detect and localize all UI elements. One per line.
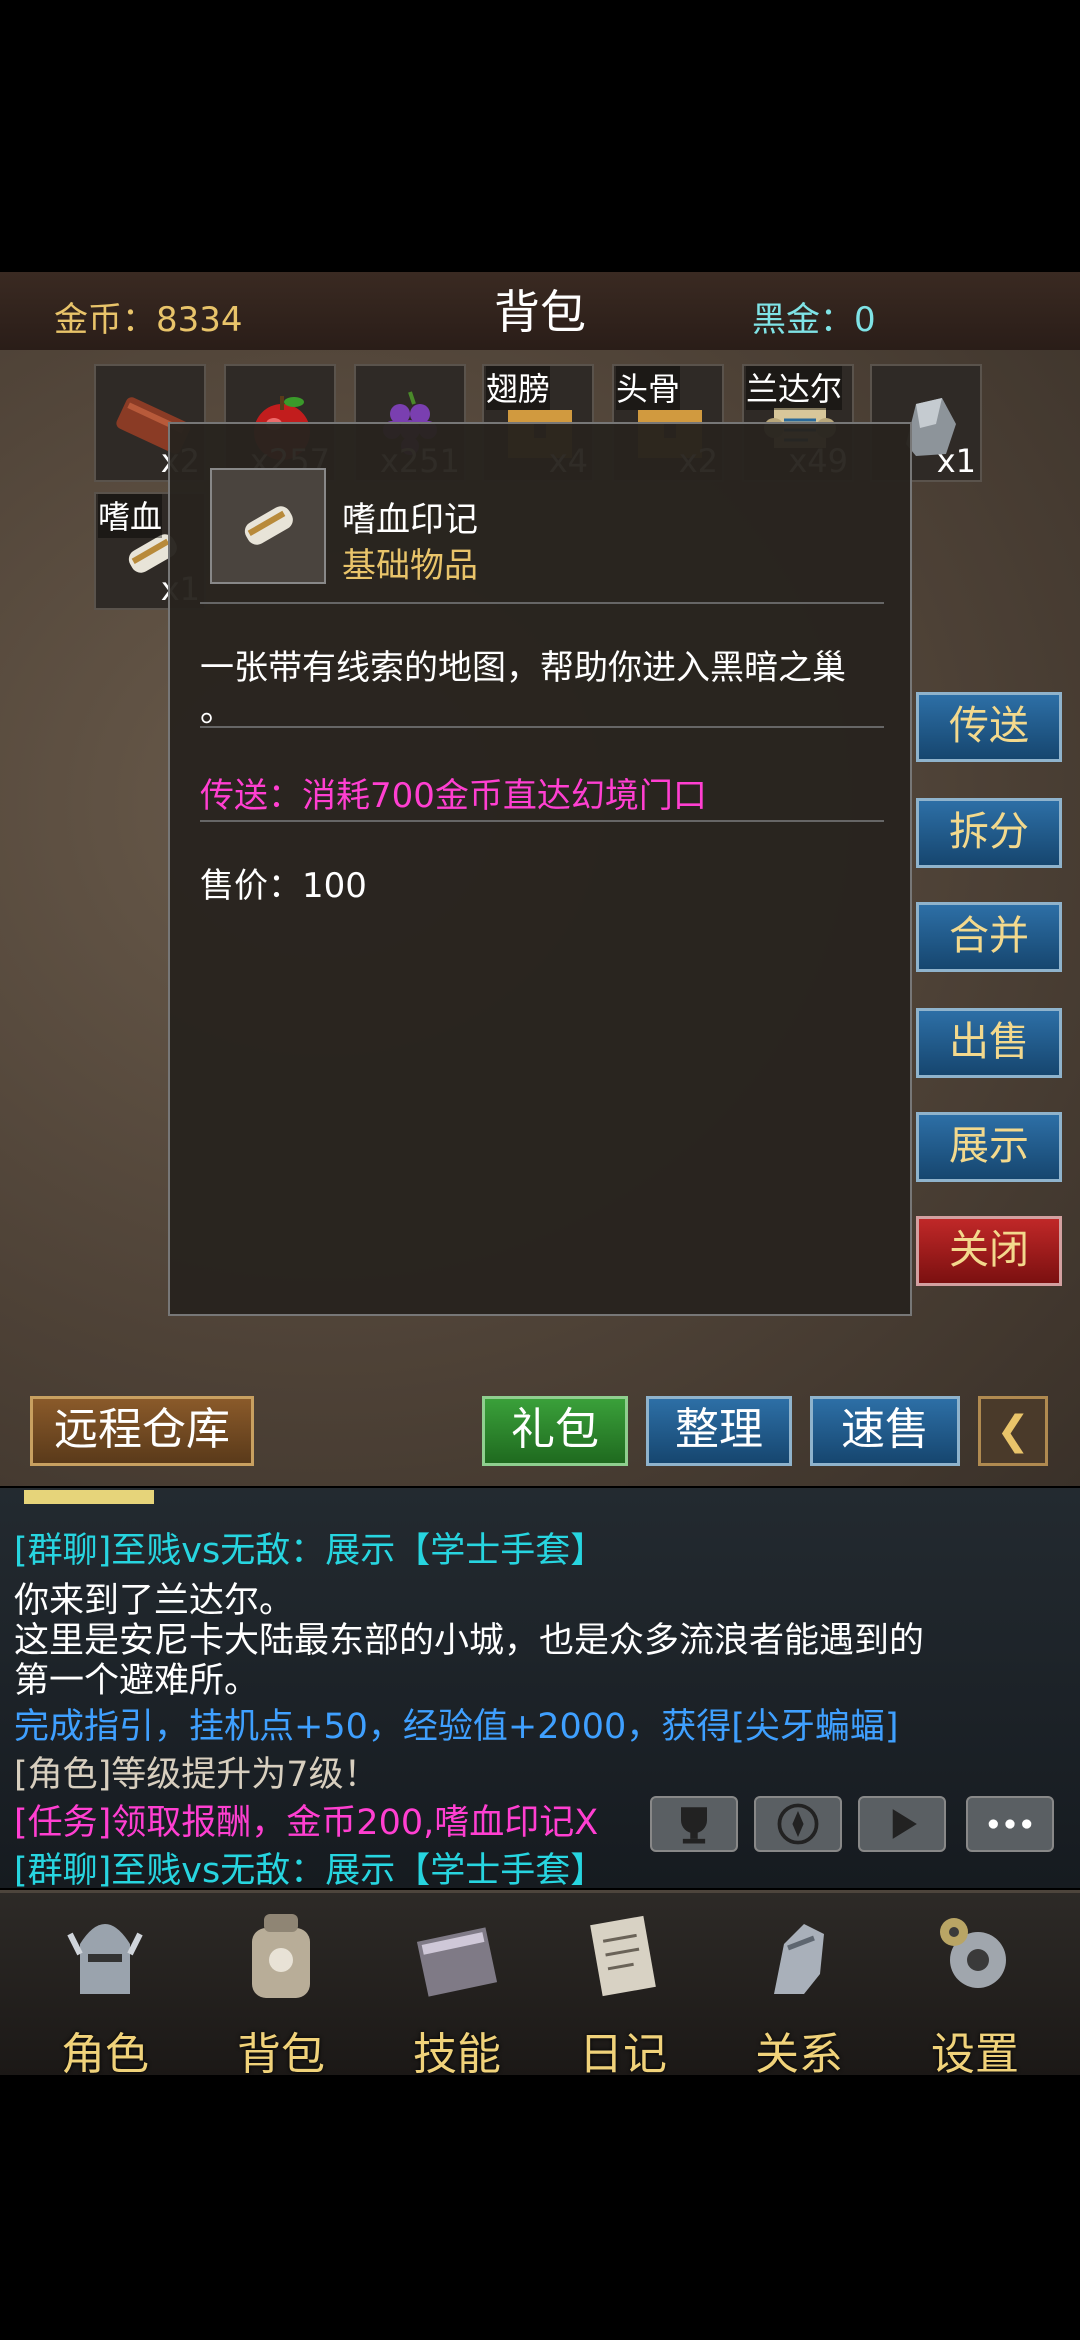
chat-line: [角色]等级提升为7级！ bbox=[14, 1755, 379, 1795]
item-description-cont: 。 bbox=[200, 690, 234, 730]
close-button[interactable]: 关闭 bbox=[916, 1216, 1062, 1286]
show-button[interactable]: 展示 bbox=[916, 1112, 1062, 1182]
nav-item-bag[interactable]: 背包 bbox=[206, 1904, 356, 2080]
slot-name: 兰达尔 bbox=[746, 366, 843, 410]
quick-sell-button[interactable]: 速售 bbox=[810, 1396, 960, 1466]
nav-label: 设置 bbox=[931, 2029, 1019, 2080]
backpack-icon bbox=[252, 1914, 310, 1998]
item-type: 基础物品 bbox=[342, 546, 478, 586]
blackgold-counter: 黑金：0 bbox=[752, 300, 876, 340]
play-icon[interactable] bbox=[858, 1796, 946, 1852]
chat-line: [任务]领取报酬，金币200,嗜血印记X bbox=[14, 1803, 599, 1843]
divider bbox=[200, 602, 884, 604]
trophy-icon[interactable] bbox=[650, 1796, 738, 1852]
nav-item-relations[interactable]: 关系 bbox=[724, 1904, 874, 2080]
chat-line: [群聊]至贱vs无敌：展示【学士手套】 bbox=[14, 1851, 606, 1891]
nav-label: 关系 bbox=[755, 2029, 843, 2080]
spellbook-icon bbox=[416, 1927, 498, 1997]
scroll-icon bbox=[590, 1915, 656, 1997]
nav-item-journal[interactable]: 日记 bbox=[548, 1904, 698, 2080]
item-price: 售价：100 bbox=[200, 866, 367, 906]
nav-item-settings[interactable]: 设置 bbox=[900, 1904, 1050, 2080]
gear-icon bbox=[940, 1918, 1006, 1988]
nav-label: 背包 bbox=[237, 2029, 325, 2080]
slot-name: 头骨 bbox=[616, 366, 681, 410]
divider bbox=[200, 820, 884, 822]
chat-line: 第一个避难所。 bbox=[14, 1661, 260, 1701]
slot-name: 嗜血 bbox=[98, 494, 163, 538]
collapse-arrow-icon[interactable]: ❮ bbox=[978, 1396, 1048, 1466]
nav-item-character[interactable]: 角色 bbox=[30, 1904, 180, 2080]
slot-count: x1 bbox=[936, 442, 976, 480]
scroll-icon bbox=[244, 506, 293, 545]
teleport-button[interactable]: 传送 bbox=[916, 692, 1062, 762]
nav-label: 日记 bbox=[579, 2029, 667, 2080]
nav-label: 技能 bbox=[413, 2029, 501, 2080]
compass-icon[interactable] bbox=[754, 1796, 842, 1852]
chat-progress-bar bbox=[24, 1490, 154, 1504]
divider bbox=[200, 726, 884, 728]
remote-warehouse-button[interactable]: 远程仓库 bbox=[30, 1396, 254, 1466]
sell-button[interactable]: 出售 bbox=[916, 1008, 1062, 1078]
slot-name: 翅膀 bbox=[486, 366, 551, 410]
helmet-icon bbox=[67, 1924, 143, 1994]
merge-button[interactable]: 合并 bbox=[916, 902, 1062, 972]
item-teleport-text: 传送：消耗700金币直达幻境门口 bbox=[200, 776, 707, 816]
nav-item-skills[interactable]: 技能 bbox=[382, 1904, 532, 2080]
item-detail-icon-frame bbox=[210, 468, 326, 584]
gauntlet-icon bbox=[774, 1924, 824, 1994]
chat-line: [群聊]至贱vs无敌：展示【学士手套】 bbox=[14, 1531, 606, 1571]
item-detail-panel: 嗜血印记 基础物品 一张带有线索的地图，帮助你进入黑暗之巢 。 传送：消耗700… bbox=[168, 422, 912, 1316]
gift-button[interactable]: 礼包 bbox=[482, 1396, 628, 1466]
split-button[interactable]: 拆分 bbox=[916, 798, 1062, 868]
more-chat-icon[interactable] bbox=[966, 1796, 1054, 1852]
chat-line: 完成指引，挂机点+50，经验值+2000，获得[尖牙蝙蝠] bbox=[14, 1707, 899, 1747]
item-description: 一张带有线索的地图，帮助你进入黑暗之巢 bbox=[200, 648, 846, 688]
nav-label: 角色 bbox=[61, 2029, 149, 2080]
sort-button[interactable]: 整理 bbox=[646, 1396, 792, 1466]
page-title: 背包 bbox=[494, 285, 586, 339]
item-name: 嗜血印记 bbox=[342, 500, 478, 540]
